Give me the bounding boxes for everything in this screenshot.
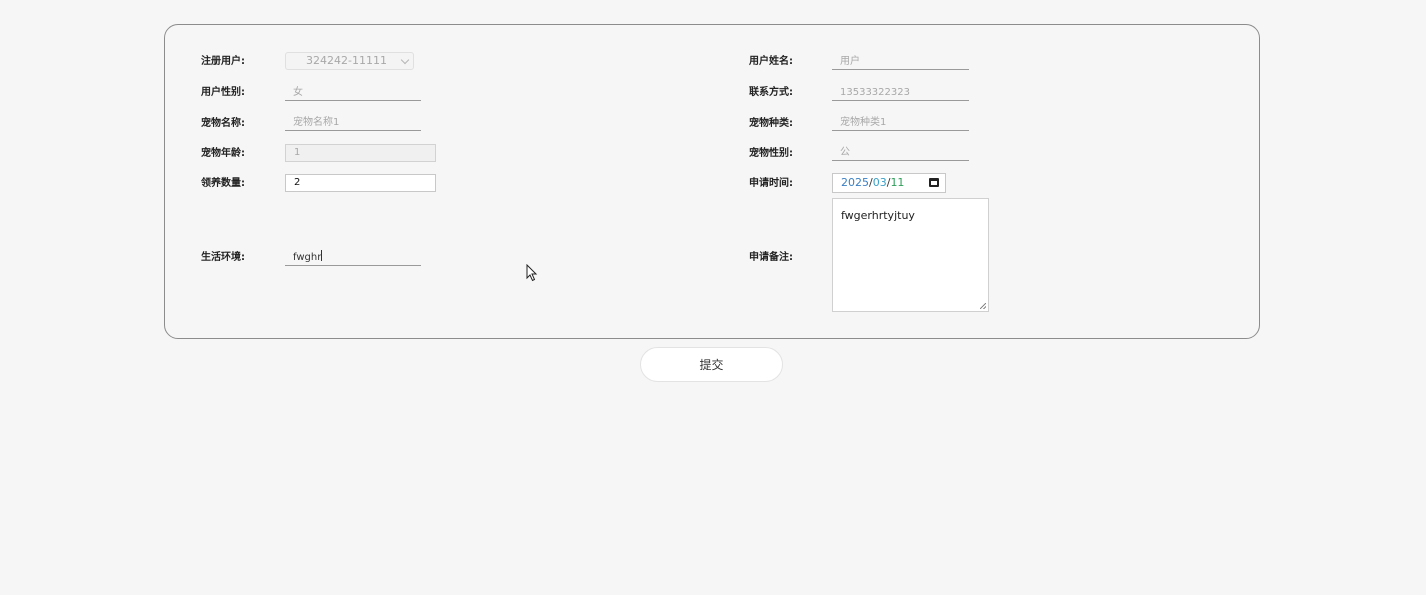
chevron-down-icon — [400, 55, 410, 65]
registered-user-value: 324242-11111 — [306, 54, 387, 67]
text-caret — [321, 250, 323, 261]
pet-age-input[interactable]: 1 — [285, 144, 436, 162]
pet-name-input[interactable]: 宠物名称1 — [285, 115, 421, 131]
registered-user-select[interactable]: 324242-11111 — [285, 52, 414, 70]
adopt-quantity-label: 领养数量: — [201, 178, 245, 189]
pet-gender-label: 宠物性别: — [749, 148, 793, 159]
user-name-label: 用户姓名: — [749, 56, 793, 67]
user-gender-label: 用户性别: — [201, 87, 245, 98]
pet-gender-input[interactable]: 公 — [832, 145, 969, 161]
apply-time-label: 申请时间: — [749, 178, 793, 189]
apply-month: 03 — [872, 176, 887, 189]
mouse-pointer-icon — [526, 264, 538, 282]
pet-age-label: 宠物年龄: — [201, 148, 245, 159]
living-env-input[interactable]: fwghr — [285, 250, 421, 266]
apply-note-label: 申请备注: — [749, 252, 793, 263]
apply-day: 11 — [890, 176, 905, 189]
apply-note-textarea[interactable]: fwgerhrtyjtuy — [832, 198, 989, 312]
user-gender-input[interactable]: 女 — [285, 85, 421, 101]
contact-label: 联系方式: — [749, 87, 793, 98]
living-env-label: 生活环境: — [201, 252, 245, 263]
calendar-icon[interactable] — [929, 178, 939, 187]
pet-species-input[interactable]: 宠物种类1 — [832, 115, 969, 131]
contact-input[interactable]: 13533322323 — [832, 85, 969, 101]
living-env-value: fwghr — [293, 252, 322, 263]
adopt-quantity-input[interactable]: 2 — [285, 174, 436, 192]
apply-note-value: fwgerhrtyjtuy — [841, 209, 915, 222]
registered-user-label: 注册用户: — [201, 56, 245, 67]
user-name-input[interactable]: 用户 — [832, 54, 969, 70]
resize-handle-icon[interactable] — [980, 303, 986, 309]
pet-name-label: 宠物名称: — [201, 118, 245, 129]
apply-year: 2025 — [841, 176, 869, 189]
pet-species-label: 宠物种类: — [749, 118, 793, 129]
apply-time-date-input[interactable]: 2025/03/11 — [832, 173, 946, 193]
submit-button[interactable]: 提交 — [640, 347, 783, 382]
